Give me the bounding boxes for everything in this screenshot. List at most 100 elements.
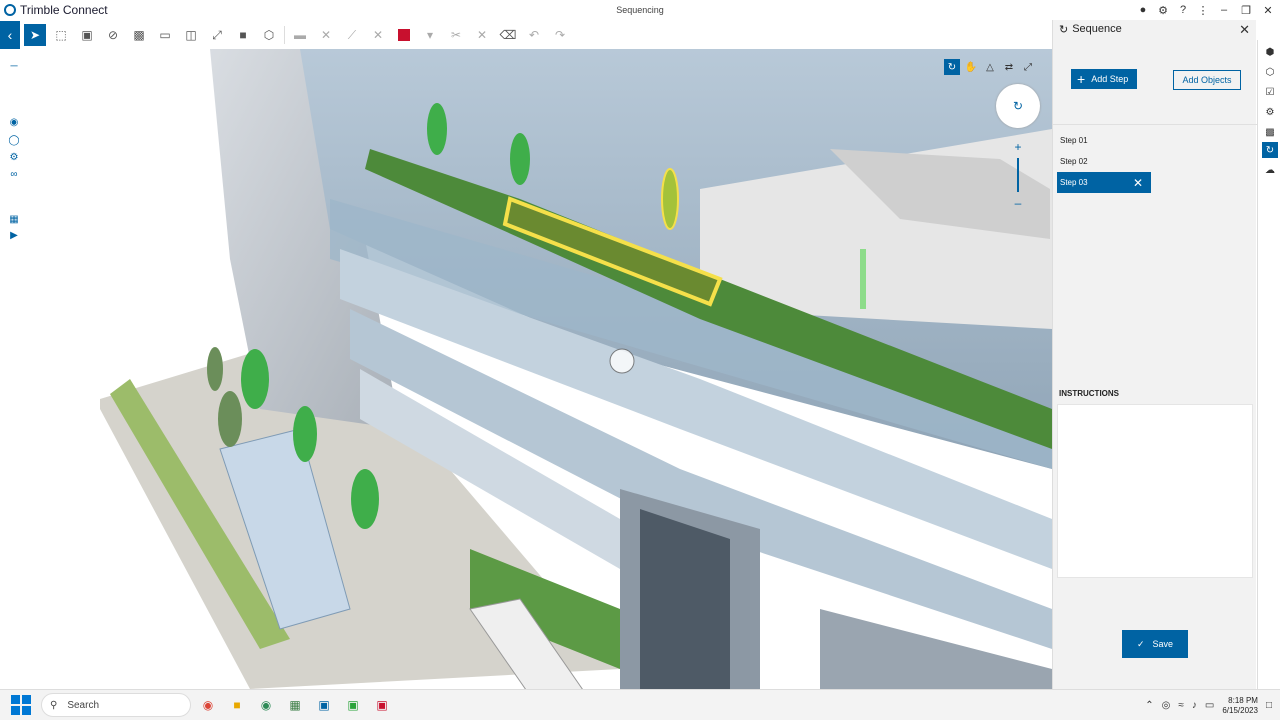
wifi-icon[interactable]: ≈ <box>1178 700 1184 711</box>
orbit-mode-icon[interactable]: ↻ <box>944 59 960 75</box>
markup-line-icon[interactable]: ⟋ <box>341 24 363 46</box>
todo-icon[interactable]: ☑ <box>1262 84 1278 100</box>
swap-icon[interactable]: ⇄ <box>1001 59 1017 75</box>
select-tool-icon[interactable]: ➤ <box>24 24 46 46</box>
color-swatch-icon[interactable] <box>393 24 415 46</box>
building-model-render <box>100 49 1052 689</box>
panel-close-icon[interactable]: ✕ <box>1239 22 1250 38</box>
calculator-icon[interactable]: ▦ <box>283 693 307 717</box>
step-label: Step 02 <box>1060 157 1088 166</box>
zoom-slider[interactable]: + – <box>1011 140 1025 210</box>
chevron-up-icon[interactable]: ⌃ <box>1145 700 1153 711</box>
save-button[interactable]: ✓ Save <box>1122 630 1188 658</box>
views-icon[interactable]: ◫ <box>180 24 202 46</box>
model-icon[interactable]: ⬢ <box>1262 44 1278 60</box>
box-select-icon[interactable]: ⬚ <box>50 24 72 46</box>
pan-mode-icon[interactable]: ✋ <box>963 59 979 75</box>
color-dropdown-icon[interactable]: ▾ <box>419 24 441 46</box>
help-icon[interactable]: ? <box>1176 3 1190 17</box>
check-icon: ✓ <box>1136 638 1145 649</box>
delete-step-icon[interactable]: ✕ <box>1133 176 1143 190</box>
battery-icon[interactable]: ▭ <box>1205 700 1214 711</box>
eye-icon[interactable]: ◉ <box>7 115 21 129</box>
plus-icon: + <box>1077 71 1086 87</box>
back-button[interactable]: ‹ <box>0 21 20 49</box>
search-icon: ⚲ <box>50 699 58 711</box>
add-objects-button[interactable]: Add Objects <box>1173 70 1241 90</box>
redo-icon[interactable]: ↷ <box>549 24 571 46</box>
step-list: Step 01 Step 02 Step 03 ✕ <box>1057 130 1151 193</box>
close-measure-icon[interactable]: ✕ <box>315 24 337 46</box>
erase-icon[interactable]: ⌫ <box>497 24 519 46</box>
taskbar-search[interactable]: ⚲ Search <box>41 693 191 717</box>
layers-icon[interactable]: ▦ <box>7 212 21 226</box>
clock[interactable]: 8:18 PM 6/15/2023 <box>1222 696 1258 716</box>
chrome-icon[interactable]: ◉ <box>196 693 220 717</box>
walk-mode-icon[interactable]: △ <box>982 59 998 75</box>
zoom-track[interactable] <box>1017 158 1019 192</box>
app-name: Trimble Connect <box>20 3 108 17</box>
navigation-tools: ↻ ✋ △ ⇄ ⤢ <box>944 57 1048 77</box>
save-label: Save <box>1152 639 1174 649</box>
time: 8:18 PM <box>1228 695 1258 705</box>
ruler-icon[interactable]: ─ <box>7 59 21 73</box>
play-icon[interactable]: ▶ <box>7 228 21 242</box>
volume-icon[interactable]: ♪ <box>1192 700 1197 711</box>
sequence-icon: ↻ <box>1059 23 1069 36</box>
window-close-button[interactable]: ✕ <box>1260 2 1276 18</box>
cloud-icon[interactable]: ☁ <box>1262 162 1278 178</box>
step-label: Step 01 <box>1060 136 1088 145</box>
fit-to-view-icon[interactable]: ▣ <box>76 24 98 46</box>
section-plane-icon[interactable]: ▭ <box>154 24 176 46</box>
step-item-selected[interactable]: Step 03 ✕ <box>1057 172 1151 193</box>
restore-button[interactable]: ❐ <box>1238 2 1254 18</box>
hide-icon[interactable]: ⊘ <box>102 24 124 46</box>
settings-panel-icon[interactable]: ⚙ <box>1262 104 1278 120</box>
minimize-button[interactable]: – <box>1216 2 1232 18</box>
section-box-icon[interactable]: ▩ <box>128 24 150 46</box>
zoom-in-icon[interactable]: + <box>1014 140 1021 154</box>
model-viewport[interactable]: ↻ ✋ △ ⇄ ⤢ ↻ + – <box>0 49 1052 689</box>
windows-taskbar: ⚲ Search ◉ ■ ◉ ▦ ▣ ▣ ▣ ⌃ ◎ ≈ ♪ ▭ 8:18 PM… <box>0 689 1280 720</box>
step-label: Step 03 <box>1060 178 1088 187</box>
date: 6/15/2023 <box>1222 705 1258 715</box>
search-placeholder: Search <box>67 699 100 711</box>
more-icon[interactable]: ⋮ <box>1196 3 1210 17</box>
gear-icon[interactable]: ⚙ <box>7 150 21 164</box>
panel-title: Sequence <box>1072 23 1122 35</box>
left-tool-strip: ─ ◉ ◯ ⚙ ∞ ▦ ▶ <box>5 57 23 242</box>
trimble-app-icon[interactable]: ▣ <box>312 693 336 717</box>
panel-header: ↻ Sequence <box>1053 20 1256 38</box>
app-icon[interactable]: ▣ <box>370 693 394 717</box>
object-properties-icon[interactable]: ⬡ <box>1262 64 1278 80</box>
instructions-textarea[interactable] <box>1057 404 1253 578</box>
windows-start-icon[interactable] <box>11 695 31 715</box>
image-icon[interactable]: ▩ <box>1262 124 1278 140</box>
file-explorer-icon[interactable]: ■ <box>225 693 249 717</box>
objects-icon[interactable]: ■ <box>232 24 254 46</box>
user-icon[interactable]: ● <box>1136 3 1150 17</box>
shield-icon[interactable]: ◯ <box>7 133 21 147</box>
camtasia-icon[interactable]: ▣ <box>341 693 365 717</box>
undo-icon[interactable]: ↶ <box>523 24 545 46</box>
clip-icon[interactable]: ✂ <box>445 24 467 46</box>
cube-icon[interactable]: ⬡ <box>258 24 280 46</box>
zoom-out-icon[interactable]: – <box>1015 196 1022 210</box>
expand-icon[interactable]: ⤢ <box>206 24 228 46</box>
link-icon[interactable]: ∞ <box>7 167 21 181</box>
step-item[interactable]: Step 01 <box>1057 130 1151 151</box>
sequence-panel-icon[interactable]: ↻ <box>1262 142 1278 158</box>
clear-clip-icon[interactable]: ✕ <box>471 24 493 46</box>
step-item[interactable]: Step 02 <box>1057 151 1151 172</box>
browser-icon[interactable]: ◉ <box>254 693 278 717</box>
panel-divider <box>1053 124 1257 125</box>
notifications-icon[interactable]: □ <box>1266 700 1272 711</box>
clear-markup-icon[interactable]: ✕ <box>367 24 389 46</box>
microphone-icon[interactable]: ◎ <box>1162 700 1171 711</box>
add-step-button[interactable]: + Add Step <box>1071 69 1137 89</box>
viewer-toolbar: ‹ ➤ ⬚ ▣ ⊘ ▩ ▭ ◫ ⤢ ■ ⬡ ▬ ✕ ⟋ ✕ ▾ ✂ ✕ ⌫ ↶ … <box>0 21 1052 49</box>
orbit-control-icon[interactable]: ↻ <box>996 84 1040 128</box>
measure-icon[interactable]: ▬ <box>289 24 311 46</box>
settings-icon[interactable]: ⚙ <box>1156 3 1170 17</box>
fullscreen-icon[interactable]: ⤢ <box>1020 59 1036 75</box>
